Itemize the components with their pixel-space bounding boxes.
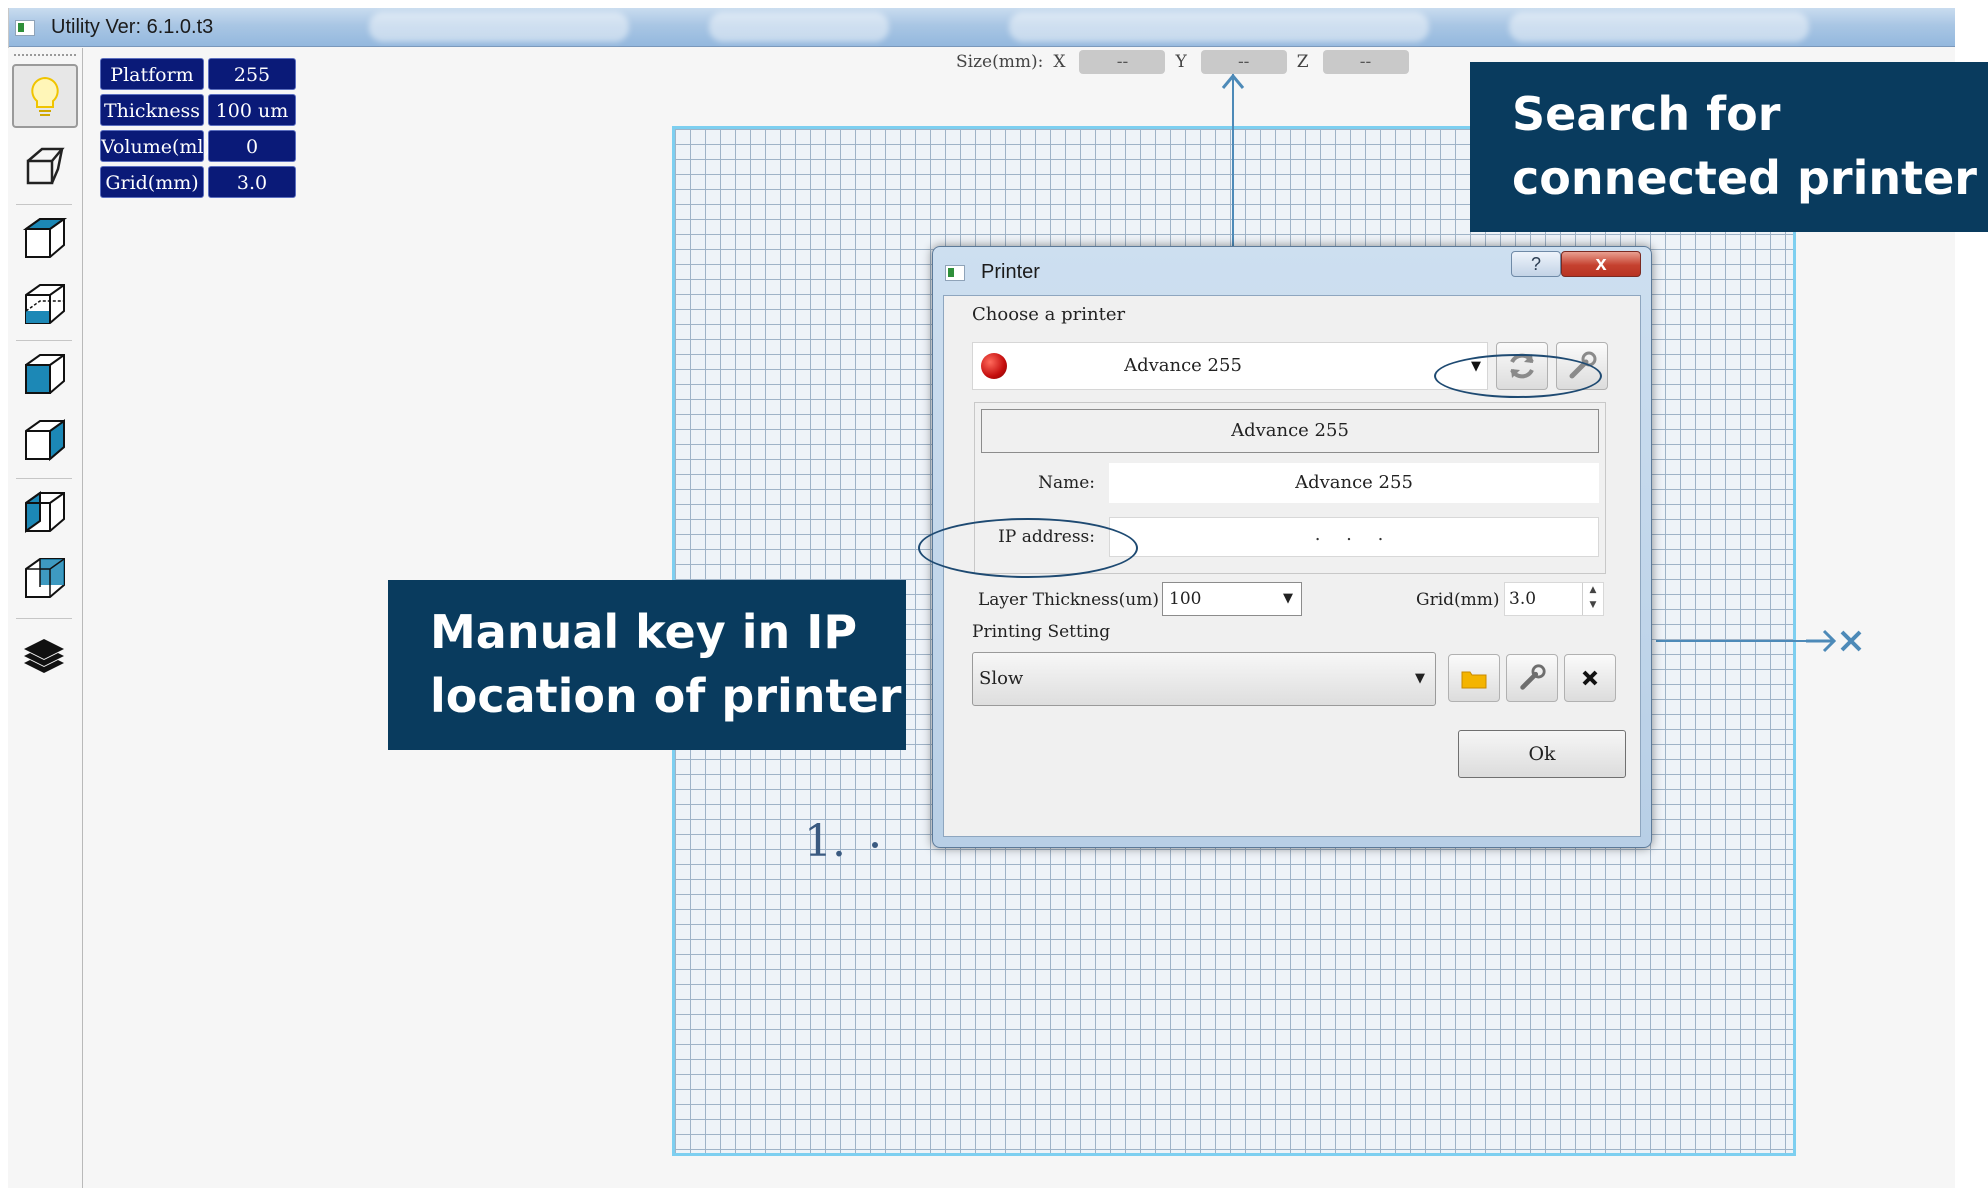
- lightbulb-icon[interactable]: [12, 64, 78, 128]
- info-label: Grid(mm): [100, 166, 204, 198]
- printing-setting-label: Printing Setting: [972, 622, 1111, 642]
- callout-manual-ip: Manual key in IP location of printer: [388, 580, 906, 750]
- left-toolbar: [8, 48, 83, 1188]
- grid-value: 3.0: [1509, 589, 1537, 609]
- size-y-value: --: [1200, 50, 1287, 74]
- callout-search-printer: Search for connected printer: [1470, 62, 1988, 232]
- y-axis-arrow-icon: [1221, 73, 1245, 89]
- cube-view-4-icon[interactable]: [12, 410, 76, 472]
- size-readout: Size(mm): X -- Y -- Z --: [956, 48, 1409, 76]
- printing-setting-value: Slow: [979, 668, 1024, 689]
- info-value: 0: [208, 130, 296, 162]
- close-icon: [1582, 670, 1598, 686]
- size-x-label: X: [1053, 52, 1066, 72]
- cube-view-2-icon[interactable]: [12, 274, 76, 336]
- size-y-label: Y: [1175, 52, 1187, 72]
- layers-icon[interactable]: [12, 624, 76, 686]
- info-value: 3.0: [208, 166, 296, 198]
- delete-setting-button[interactable]: [1564, 654, 1616, 702]
- choose-printer-label: Choose a printer: [972, 304, 1126, 325]
- layer-thickness-select[interactable]: 100 ▼: [1162, 582, 1302, 616]
- highlight-ellipse-search: [1434, 354, 1602, 398]
- printing-setting-select[interactable]: Slow ▼: [972, 652, 1436, 706]
- x-axis-arrow-icon: [1806, 629, 1862, 653]
- edit-setting-button[interactable]: [1506, 654, 1558, 702]
- info-label: Volume(ml): [100, 130, 211, 162]
- printer-select[interactable]: Advance 255 ▼: [972, 342, 1488, 390]
- cube-view-3-icon[interactable]: [12, 344, 76, 406]
- open-setting-button[interactable]: [1448, 654, 1500, 702]
- info-row-volume: Volume(ml) 0: [100, 130, 296, 162]
- name-label: Name:: [1038, 473, 1095, 493]
- info-panel: Platform 255 Thickness 100 um Volume(ml)…: [100, 58, 296, 202]
- app-title: Utility Ver: 6.1.0.t3: [51, 16, 214, 38]
- printer-select-value: Advance 255: [1124, 355, 1242, 376]
- chevron-down-icon[interactable]: ▼: [1283, 583, 1293, 615]
- wrench-icon: [1520, 664, 1546, 690]
- dialog-body: Choose a printer Advance 255 ▼ Advance 2…: [918, 295, 1641, 837]
- list-dot: [872, 842, 878, 848]
- y-axis-line: [1232, 74, 1234, 248]
- close-button[interactable]: x: [1561, 251, 1641, 277]
- info-label: Platform: [100, 58, 204, 90]
- size-z-label: Z: [1296, 52, 1309, 72]
- callout-line: location of printer: [430, 669, 902, 723]
- printer-dialog: Printer ? x Choose a printer Advance 255…: [918, 246, 1652, 848]
- list-marker: 1.: [804, 816, 846, 867]
- grid-stepper[interactable]: 3.0 ▲ ▼: [1504, 582, 1604, 616]
- cube-view-6-icon[interactable]: [12, 548, 76, 610]
- layer-thickness-label: Layer Thickness(um): [978, 590, 1159, 610]
- size-z-value: --: [1322, 50, 1409, 74]
- x-axis-line: [1656, 640, 1816, 642]
- info-value: 255: [208, 58, 296, 90]
- callout-line: connected printer: [1512, 151, 1977, 205]
- callout-line: Search for: [1512, 87, 1781, 141]
- title-bar: Utility Ver: 6.1.0.t3: [9, 8, 1955, 47]
- highlight-ellipse-ip: [918, 518, 1138, 578]
- cube-view-5-icon[interactable]: [12, 482, 76, 544]
- name-field[interactable]: Advance 255: [1109, 463, 1599, 503]
- ip-address-field[interactable]: . . .: [1109, 517, 1599, 557]
- stepper-arrows-icon[interactable]: ▲ ▼: [1582, 583, 1603, 615]
- dialog-app-icon: [945, 265, 965, 281]
- layer-thickness-value: 100: [1169, 589, 1202, 609]
- cube-view-1-icon[interactable]: [12, 208, 76, 270]
- toolbar-grip[interactable]: [14, 54, 76, 56]
- app-icon: [15, 20, 35, 36]
- info-row-grid: Grid(mm) 3.0: [100, 166, 296, 198]
- info-label: Thickness: [100, 94, 204, 126]
- info-row-platform: Platform 255: [100, 58, 296, 90]
- printer-details-header: Advance 255: [981, 409, 1599, 453]
- callout-line: Manual key in IP: [430, 605, 858, 659]
- size-x-value: --: [1079, 50, 1166, 74]
- ok-button[interactable]: Ok: [1458, 730, 1626, 778]
- help-button[interactable]: ?: [1511, 251, 1561, 277]
- chevron-down-icon[interactable]: ▼: [1415, 653, 1425, 705]
- perspective-plane-icon[interactable]: [12, 134, 76, 196]
- grid-label: Grid(mm): [1416, 590, 1500, 610]
- folder-icon: [1461, 671, 1487, 689]
- size-label: Size(mm):: [956, 52, 1044, 72]
- info-value: 100 um: [208, 94, 296, 126]
- info-row-thickness: Thickness 100 um: [100, 94, 296, 126]
- dialog-title: Printer: [981, 261, 1040, 283]
